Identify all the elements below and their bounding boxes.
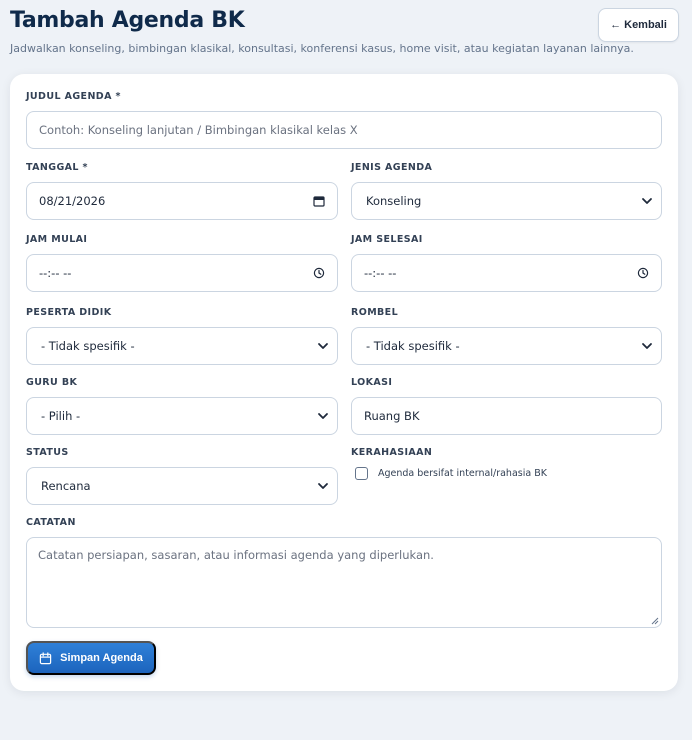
rombel-label: ROMBEL [351,307,399,318]
chevron-down-icon [642,198,652,204]
status-select[interactable]: Rencana [26,467,338,505]
save-agenda-button[interactable]: Simpan Agenda [26,641,156,675]
judul-placeholder: Contoh: Konseling lanjutan / Bimbingan k… [39,123,358,137]
jam-mulai-input[interactable]: --:-- -- [26,254,338,292]
jam-selesai-input[interactable]: --:-- -- [351,254,662,292]
guru-select[interactable]: - Pilih - [26,397,338,435]
page-subtitle: Jadwalkan konseling, bimbingan klasikal,… [10,42,634,55]
rombel-value: - Tidak spesifik - [366,339,460,353]
judul-input[interactable]: Contoh: Konseling lanjutan / Bimbingan k… [26,111,662,149]
peserta-value: - Tidak spesifik - [41,339,135,353]
field-guru: GURU BK - Pilih - [26,375,338,435]
field-peserta: PESERTA DIDIK - Tidak spesifik - [26,305,338,365]
status-value: Rencana [41,479,91,493]
status-label: STATUS [26,447,69,458]
jenis-label: JENIS AGENDA [351,162,433,173]
field-judul: JUDUL AGENDA * Contoh: Konseling lanjuta… [26,89,662,149]
guru-value: - Pilih - [41,409,81,423]
peserta-label: PESERTA DIDIK [26,307,112,318]
field-rombel: ROMBEL - Tidak spesifik - [351,305,662,365]
jam-mulai-label: JAM MULAI [26,234,88,245]
kerahasiaan-label: KERAHASIAAN [351,447,433,458]
tanggal-input[interactable]: 08/21/2026 [26,182,338,220]
kerahasiaan-checkbox[interactable] [355,467,368,480]
field-lokasi: LOKASI Ruang BK [351,375,662,435]
peserta-select[interactable]: - Tidak spesifik - [26,327,338,365]
page-title: Tambah Agenda BK [10,8,245,33]
tanggal-label: TANGGAL * [26,162,88,173]
field-jam-selesai: JAM SELESAI --:-- -- [351,232,662,292]
chevron-down-icon [318,343,328,349]
rombel-select[interactable]: - Tidak spesifik - [351,327,662,365]
jenis-select[interactable]: Konseling [351,182,662,220]
page-header: Tambah Agenda BK Jadwalkan konseling, bi… [10,8,682,68]
calendar-icon[interactable] [313,195,325,207]
catatan-label: CATATAN [26,517,76,528]
kerahasiaan-checkbox-label[interactable]: Agenda bersifat internal/rahasia BK [378,468,547,479]
tanggal-value: 08/21/2026 [39,194,106,208]
judul-label: JUDUL AGENDA * [26,91,121,102]
field-jenis: JENIS AGENDA Konseling [351,160,662,220]
jenis-value: Konseling [366,194,422,208]
field-catatan: CATATAN Catatan persiapan, sasaran, atau… [26,515,662,628]
clock-icon[interactable] [313,267,325,279]
clock-icon[interactable] [637,267,649,279]
lokasi-input[interactable]: Ruang BK [351,397,662,435]
agenda-form: JUDUL AGENDA * Contoh: Konseling lanjuta… [10,74,678,691]
catatan-textarea[interactable]: Catatan persiapan, sasaran, atau informa… [26,537,662,628]
catatan-placeholder: Catatan persiapan, sasaran, atau informa… [38,548,434,562]
jam-selesai-label: JAM SELESAI [351,234,423,245]
back-button-label: ← Kembali [610,19,667,31]
field-kerahasiaan: KERAHASIAAN Agenda bersifat internal/rah… [351,445,662,480]
save-agenda-label: Simpan Agenda [60,652,143,664]
chevron-down-icon [318,483,328,489]
field-tanggal: TANGGAL * 08/21/2026 [26,160,338,220]
kerahasiaan-row: Agenda bersifat internal/rahasia BK [351,467,662,480]
field-status: STATUS Rencana [26,445,338,505]
lokasi-value: Ruang BK [364,409,420,423]
field-jam-mulai: JAM MULAI --:-- -- [26,232,338,292]
jam-mulai-value: --:-- -- [39,266,72,280]
resize-grip-icon[interactable] [651,617,659,625]
back-button[interactable]: ← Kembali [598,8,679,42]
guru-label: GURU BK [26,377,78,388]
calendar-icon [39,651,52,664]
chevron-down-icon [642,343,652,349]
jam-selesai-value: --:-- -- [364,266,397,280]
lokasi-label: LOKASI [351,377,393,388]
chevron-down-icon [318,413,328,419]
